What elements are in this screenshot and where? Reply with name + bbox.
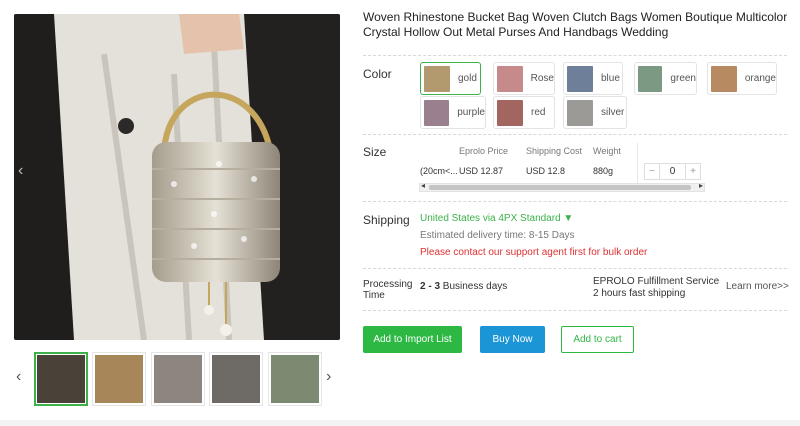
thumbnail-image [95, 355, 143, 403]
header-eprolo-price: Eprolo Price [459, 146, 509, 156]
thumbnail-image [154, 355, 202, 403]
color-swatch [424, 99, 450, 126]
divider [363, 310, 787, 311]
shipping-method-dropdown[interactable]: United States via 4PX Standard ▼ [420, 213, 573, 224]
scroll-left-icon[interactable]: ◂ [421, 181, 425, 190]
plus-button[interactable]: + [686, 164, 700, 179]
divider [363, 55, 787, 56]
add-to-cart-button[interactable]: Add to cart [561, 326, 634, 353]
color-option-label: silver [601, 107, 625, 118]
add-to-import-list-button[interactable]: Add to Import List [363, 326, 462, 353]
processing-days-value: 2 - 3 [420, 281, 441, 292]
thumbnails-next-icon[interactable]: › [326, 368, 331, 386]
color-option-green[interactable]: green [634, 62, 697, 95]
color-swatch [497, 99, 523, 126]
product-detail-page: ‹ ‹ › Woven Rhinestone Bucket Bag Woven … [0, 0, 800, 420]
thumbnail-3[interactable] [151, 352, 205, 406]
color-option-label: gold [458, 73, 477, 84]
main-image-prev-icon[interactable]: ‹ [18, 162, 23, 180]
thumbnail-image [212, 355, 260, 403]
divider [363, 201, 787, 202]
color-swatch [567, 99, 593, 126]
thumbnail-5[interactable] [268, 352, 322, 406]
thumbnail-image [37, 355, 85, 403]
color-swatch [638, 65, 663, 92]
divider [363, 268, 787, 269]
size-variant: (20cm<... [420, 166, 458, 176]
minus-button[interactable]: − [645, 164, 659, 179]
color-swatch [567, 65, 593, 92]
estimated-delivery: Estimated delivery time: 8-15 Days [420, 230, 575, 241]
divider [363, 134, 787, 135]
thumbnail-image [271, 355, 319, 403]
color-option-gold[interactable]: gold [420, 62, 481, 95]
processing-label-line: Time [363, 290, 385, 301]
processing-time-label: Processing Time [363, 279, 412, 301]
quantity-stepper[interactable]: − 0 + [644, 163, 701, 180]
horizontal-scrollbar[interactable]: ◂ ▸ [419, 181, 705, 192]
color-option-rose[interactable]: Rose [493, 62, 555, 95]
color-swatch [497, 65, 523, 92]
color-option-blue[interactable]: blue [563, 62, 623, 95]
bulk-order-warning: Please contact our support agent first f… [420, 247, 648, 258]
color-option-label: purple [457, 107, 485, 118]
learn-more-link[interactable]: Learn more>> [726, 281, 789, 292]
scrollbar-thumb[interactable] [429, 185, 691, 190]
size-label: Size [363, 145, 387, 159]
color-option-label: orange [744, 73, 776, 84]
thumbnails-prev-icon[interactable]: ‹ [16, 368, 21, 386]
thumbnail-2[interactable] [92, 352, 146, 406]
processing-days: 2 - 3 Business days [420, 281, 507, 292]
processing-label-line: Processing [363, 279, 413, 290]
header-weight: Weight [593, 146, 621, 156]
fulfillment-service-name: EPROLO Fulfillment Service [593, 276, 720, 287]
thumbnail-4[interactable] [209, 352, 263, 406]
color-option-orange[interactable]: orange [707, 62, 777, 95]
color-option-red[interactable]: red [493, 96, 555, 129]
color-option-label: Rose [530, 73, 554, 84]
color-option-label: red [531, 107, 546, 118]
product-title: Woven Rhinestone Bucket Bag Woven Clutch… [363, 10, 788, 39]
main-product-image [14, 14, 340, 340]
color-label: Color [363, 67, 392, 81]
color-option-purple[interactable]: purple [420, 96, 486, 129]
shipping-cost: USD 12.8 [526, 166, 566, 176]
scroll-right-icon[interactable]: ▸ [699, 181, 703, 190]
fulfillment-service-note: 2 hours fast shipping [593, 288, 686, 299]
column-divider [637, 143, 638, 183]
quantity-value[interactable]: 0 [659, 164, 686, 179]
color-option-silver[interactable]: silver [563, 96, 627, 129]
color-swatch [711, 65, 737, 92]
color-option-label: green [670, 73, 696, 84]
fulfillment-service: EPROLO Fulfillment Service 2 hours fast … [593, 276, 719, 300]
shipping-label: Shipping [363, 213, 410, 227]
weight: 880g [593, 166, 614, 176]
header-shipping-cost: Shipping Cost [526, 146, 583, 156]
color-swatch [424, 65, 450, 92]
thumbnail-1[interactable] [34, 352, 88, 406]
buy-now-button[interactable]: Buy Now [480, 326, 545, 353]
color-option-label: blue [601, 73, 620, 84]
eprolo-price: USD 12.87 [459, 166, 504, 176]
processing-days-unit: Business days [440, 281, 508, 292]
